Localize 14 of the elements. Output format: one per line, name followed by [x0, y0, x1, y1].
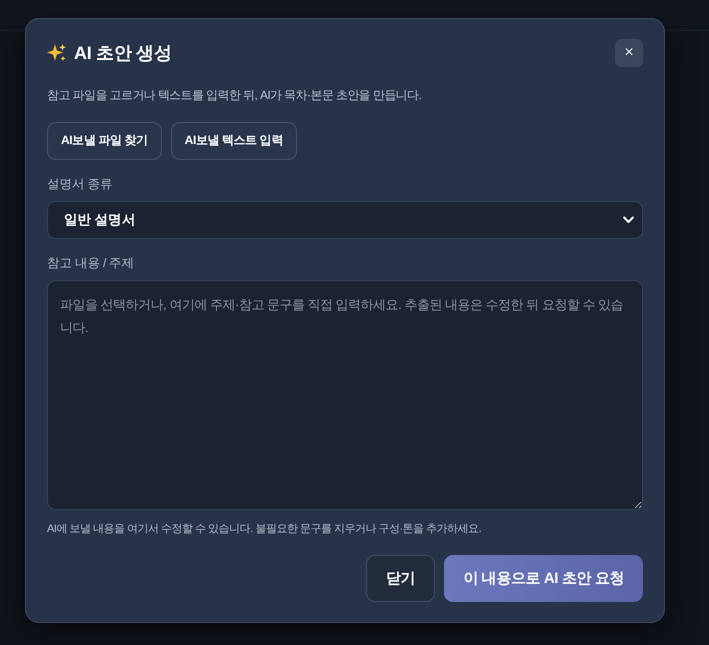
dialog-title: AI 초안 생성: [74, 42, 172, 66]
sparkle-icon: [47, 43, 67, 64]
field-label: 참고 내용 / 주제: [47, 255, 135, 272]
field-label: 설명서 종류: [47, 176, 114, 192]
hint-text: AI에 보낼 내용을 여기서 수정할 수 있습니다. 불필요한 문구를 지우거나 구성·톤을 추가하세요.: [47, 522, 482, 537]
dialog-description: 참고 파일을 고르거나 텍스트를 입력한 뒤, AI가 목차·본문 초안을 만듭니다.: [47, 86, 422, 103]
request-draft-button[interactable]: 이 내용으로 AI 초안 요청: [444, 555, 643, 602]
reference-text-area[interactable]: 파일을 선택하거나, 여기에 주제·참고 문구를 직접 입력하세요. 추출된 내용은 수정한 뒤 요청할 수 있습니다.: [47, 280, 643, 510]
close-button[interactable]: ×: [615, 39, 643, 68]
document-type-select[interactable]: 일반 설명서: [47, 200, 643, 240]
source-button[interactable]: AI보낼 파일 찾기: [47, 122, 162, 160]
source-button[interactable]: AI보낼 텍스트 입력: [170, 122, 297, 160]
close-dialog-button[interactable]: 닫기: [366, 555, 436, 602]
chevron-down-icon: [623, 216, 634, 224]
